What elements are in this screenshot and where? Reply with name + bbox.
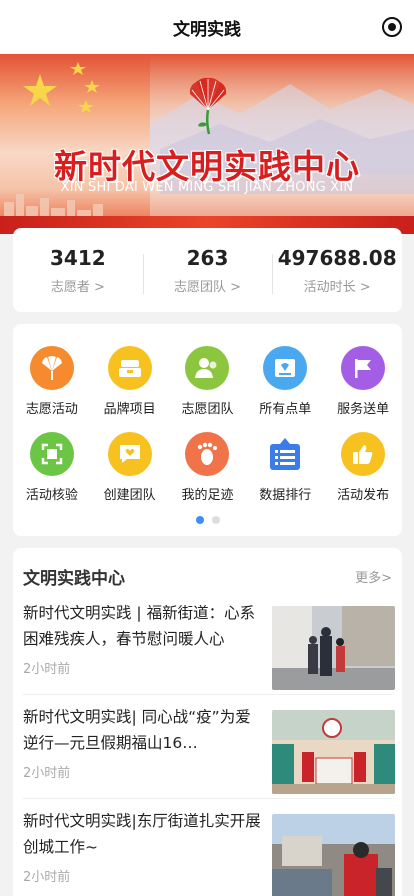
grid-item-brand-project[interactable]: 品牌项目 <box>92 346 168 417</box>
grid-item-create-team[interactable]: 创建团队 <box>92 432 168 503</box>
news-title: 新时代文明实践|东厅街道扎实开展创城工作~ <box>23 812 261 856</box>
function-grid-row-2: 活动核验 创建团队 我的足迹 数据排行 活动发布 <box>13 432 402 503</box>
grid-item-label: 品牌项目 <box>103 402 156 417</box>
grid-item-label: 创建团队 <box>103 488 156 503</box>
stat-volunteers[interactable]: 3412 志愿者 > <box>13 246 143 295</box>
news-section-title: 文明实践中心 <box>23 569 125 589</box>
grid-item-label: 志愿团队 <box>181 402 234 417</box>
page-title: 文明实践 <box>173 19 241 40</box>
star-icon <box>23 74 57 106</box>
stat-value: 497688.08 <box>277 245 397 270</box>
all-orders-icon <box>263 346 308 390</box>
news-time: 2小时前 <box>23 766 71 781</box>
stat-label: 志愿者 > <box>50 279 105 295</box>
divider <box>23 798 392 799</box>
divider <box>23 694 392 695</box>
news-item[interactable]: 新时代文明实践|东厅街道扎实开展创城工作~ 2小时前 <box>23 808 395 896</box>
news-card: 文明实践中心 更多> 新时代文明实践 | 福新街道：心系困难残疾人，春节慰问暖人… <box>13 548 402 896</box>
create-team-icon <box>107 432 152 476</box>
hero-banner[interactable]: 新时代文明实践中心 XIN SHI DAI WEN MING SHI JIAN … <box>0 54 414 234</box>
page-dot-active[interactable] <box>195 516 204 524</box>
news-time: 2小时前 <box>23 662 71 677</box>
stat-value: 263 <box>186 245 229 270</box>
data-ranking-icon <box>263 432 307 476</box>
news-title: 新时代文明实践 | 福新街道：心系困难残疾人，春节慰问暖人心 <box>23 604 256 648</box>
news-thumbnail-image <box>272 710 395 794</box>
grid-item-activity-publish[interactable]: 活动发布 <box>325 432 401 503</box>
grid-item-activity-verify[interactable]: 活动核验 <box>14 432 90 503</box>
footprint-icon <box>185 432 230 476</box>
grid-item-label: 我的足迹 <box>181 488 234 503</box>
function-grid-row-1: 志愿活动 品牌项目 志愿团队 所有点单 服务送单 <box>13 346 402 417</box>
news-header: 文明实践中心 更多> <box>23 564 392 589</box>
news-time: 2小时前 <box>23 870 71 885</box>
more-link[interactable]: 更多> <box>355 567 392 586</box>
record-button-icon[interactable] <box>382 17 402 37</box>
page-indicator <box>13 516 402 524</box>
grid-item-service-delivery[interactable]: 服务送单 <box>325 346 401 417</box>
grid-item-volunteer-activity[interactable]: 志愿活动 <box>14 346 90 417</box>
news-title: 新时代文明实践| 同心战“疫”为爱逆行—元旦假期福山16… <box>23 708 251 752</box>
activity-publish-icon <box>341 432 386 476</box>
volunteer-activity-icon <box>29 346 74 390</box>
grid-item-label: 服务送单 <box>337 402 390 417</box>
stat-label: 活动时长 > <box>303 279 371 295</box>
civilization-logo-icon <box>189 77 227 135</box>
grid-item-label: 所有点单 <box>259 402 312 417</box>
news-thumbnail-image <box>272 814 395 896</box>
nav-bar: 文明实践 <box>0 0 414 54</box>
volunteer-team-icon <box>185 346 230 390</box>
grid-item-label: 活动核验 <box>25 488 78 503</box>
grid-item-my-footprint[interactable]: 我的足迹 <box>169 432 245 503</box>
grid-item-data-ranking[interactable]: 数据排行 <box>247 432 323 503</box>
page-dot[interactable] <box>211 516 220 524</box>
stat-activity-hours[interactable]: 497688.08 活动时长 > <box>272 246 402 295</box>
grid-item-label: 活动发布 <box>337 488 390 503</box>
stat-label: 志愿团队 > <box>173 279 242 295</box>
stat-value: 3412 <box>50 245 106 270</box>
grid-item-label: 志愿活动 <box>25 402 78 417</box>
service-delivery-icon <box>341 346 386 390</box>
grid-item-volunteer-team[interactable]: 志愿团队 <box>169 346 245 417</box>
brand-project-icon <box>107 346 152 390</box>
news-item[interactable]: 新时代文明实践| 同心战“疫”为爱逆行—元旦假期福山16… 2小时前 <box>23 704 395 800</box>
news-item[interactable]: 新时代文明实践 | 福新街道：心系困难残疾人，春节慰问暖人心 2小时前 <box>23 600 395 696</box>
stats-card: 3412 志愿者 > 263 志愿团队 > 497688.08 活动时长 > <box>13 228 402 312</box>
activity-verify-icon <box>29 432 74 476</box>
stat-volunteer-teams[interactable]: 263 志愿团队 > <box>142 245 273 295</box>
function-grid-card: 志愿活动 品牌项目 志愿团队 所有点单 服务送单 活动核验 创建团队 我的足迹 … <box>13 324 402 536</box>
grid-item-all-orders[interactable]: 所有点单 <box>247 346 323 417</box>
grid-item-label: 数据排行 <box>259 488 312 503</box>
news-thumbnail-image <box>272 606 395 690</box>
